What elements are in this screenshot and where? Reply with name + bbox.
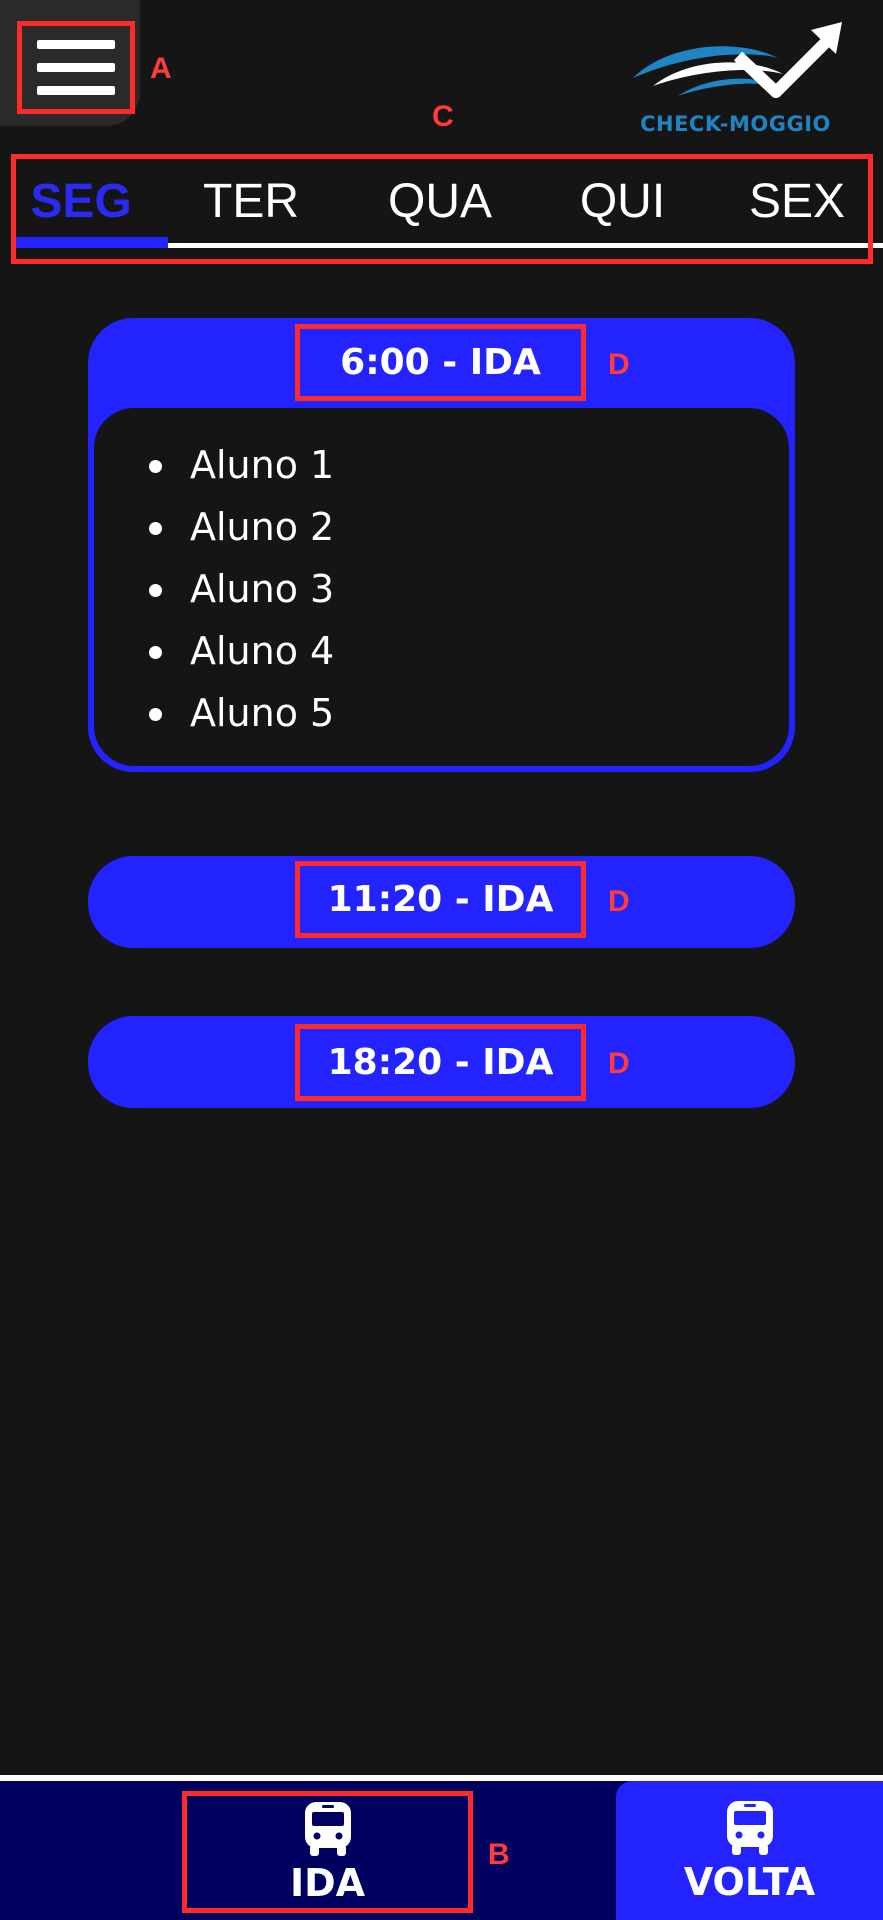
annotation-label-c: C (432, 100, 454, 133)
list-item: Aluno 2 (149, 496, 335, 558)
bullet-icon (149, 522, 162, 535)
schedule-header-button[interactable]: 6:00 - IDA (295, 324, 586, 401)
student-name: Aluno 3 (190, 567, 335, 611)
annotation-label-d: D (608, 348, 630, 381)
student-name: Aluno 4 (190, 629, 335, 673)
student-name: Aluno 5 (190, 691, 335, 735)
student-list: Aluno 1 Aluno 2 Aluno 3 Aluno 4 Aluno 5 (149, 434, 335, 744)
schedule-title: 11:20 - IDA (327, 879, 554, 920)
menu-button[interactable] (17, 21, 135, 114)
schedule-header-button[interactable]: 18:20 - IDA (295, 1024, 586, 1101)
bullet-icon (149, 460, 162, 473)
schedule-card-collapsed[interactable]: 18:20 - IDA (88, 1016, 795, 1108)
hamburger-icon (37, 86, 115, 95)
logo-swoosh-icon (633, 22, 842, 98)
hamburger-icon (37, 63, 115, 72)
list-item: Aluno 4 (149, 620, 335, 682)
schedule-title: 18:20 - IDA (327, 1042, 554, 1083)
nav-volta-button[interactable]: VOLTA (616, 1781, 883, 1920)
annotation-label-d: D (608, 885, 630, 918)
student-list-panel: Aluno 1 Aluno 2 Aluno 3 Aluno 4 Aluno 5 (94, 408, 789, 766)
student-name: Aluno 1 (190, 443, 335, 487)
bus-icon (304, 1802, 351, 1856)
list-item: Aluno 3 (149, 558, 335, 620)
schedule-card-expanded: 6:00 - IDA Aluno 1 Aluno 2 Aluno 3 Aluno… (88, 318, 795, 772)
bullet-icon (149, 584, 162, 597)
annotation-label-d: D (608, 1047, 630, 1080)
nav-ida-label: IDA (289, 1861, 366, 1905)
bullet-icon (149, 646, 162, 659)
hamburger-icon (37, 40, 115, 49)
nav-ida-button[interactable]: IDA (182, 1791, 473, 1913)
student-name: Aluno 2 (190, 505, 335, 549)
logo-text: CHECK-MOGGIO (640, 112, 831, 136)
tabs-highlight-box (11, 154, 873, 264)
annotation-label-b: B (488, 1838, 510, 1871)
schedule-card-collapsed[interactable]: 11:20 - IDA (88, 856, 795, 948)
list-item: Aluno 5 (149, 682, 335, 744)
list-item: Aluno 1 (149, 434, 335, 496)
schedule-title: 6:00 - IDA (340, 342, 541, 383)
annotation-label-a: A (150, 52, 172, 85)
schedule-header-button[interactable]: 11:20 - IDA (295, 861, 586, 938)
bus-icon (726, 1800, 773, 1855)
bullet-icon (149, 708, 162, 721)
app-logo: CHECK-MOGGIO (628, 18, 843, 138)
nav-volta-label: VOLTA (683, 1859, 816, 1904)
